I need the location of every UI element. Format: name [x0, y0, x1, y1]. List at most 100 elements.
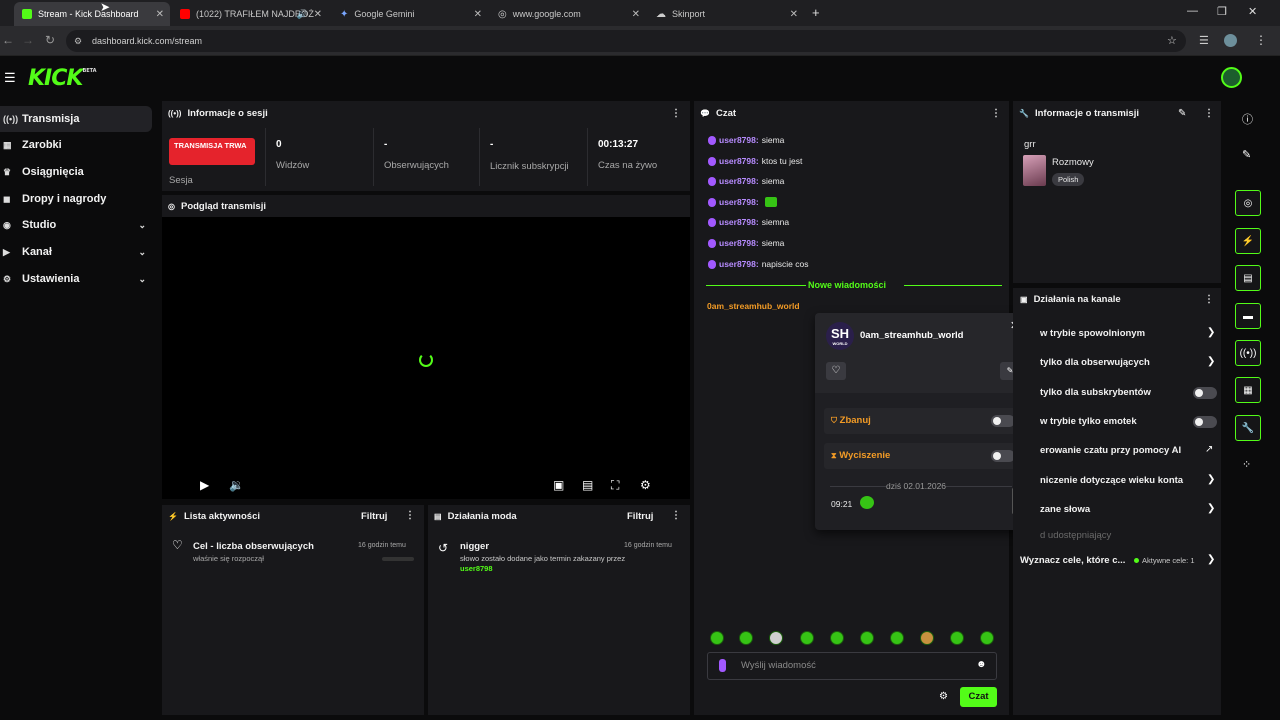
pip-icon[interactable]: ▣: [553, 478, 564, 492]
chevron-right-icon[interactable]: ❯: [1207, 474, 1215, 485]
chat-message[interactable]: user8798: siema: [708, 238, 784, 248]
speaker-icon[interactable]: 🔊: [297, 9, 308, 20]
settings-icon[interactable]: ⚙: [640, 478, 651, 492]
emote-only-toggle[interactable]: [1193, 416, 1217, 428]
chat-message[interactable]: user8798: siema: [708, 176, 784, 186]
chat-username-bot[interactable]: 0am_streamhub_world: [707, 301, 800, 311]
user-avatar[interactable]: [1221, 67, 1242, 88]
browser-menu-icon[interactable]: ⋮: [1255, 33, 1267, 47]
mod-filter-button[interactable]: Filtruj: [627, 511, 653, 522]
tab-skinport[interactable]: ☁ Skinport ✕: [648, 2, 804, 26]
close-tab-icon[interactable]: ✕: [314, 9, 322, 20]
emoji-icon[interactable]: ☻: [976, 659, 987, 670]
more-options-icon[interactable]: ⋮: [671, 108, 681, 119]
emote-icon[interactable]: [950, 631, 964, 645]
more-options-icon[interactable]: ⋮: [671, 510, 681, 521]
site-settings-icon[interactable]: ⚙: [74, 36, 82, 47]
chat-settings-icon[interactable]: ⚙: [939, 691, 948, 702]
sidebar-item-ustawienia[interactable]: ⚙ Ustawienia ⌄: [0, 266, 152, 292]
sidebar-item-studio[interactable]: ◉ Studio ⌄: [0, 212, 152, 238]
chat-message[interactable]: user8798: ktos tu jest: [708, 156, 802, 166]
emote-icon[interactable]: [920, 631, 934, 645]
theater-mode-icon[interactable]: ▤: [582, 478, 593, 492]
volume-icon[interactable]: 🔉: [229, 478, 244, 492]
emote-icon[interactable]: [800, 631, 814, 645]
emote-icon[interactable]: [980, 631, 994, 645]
subscribers-only-toggle[interactable]: [1193, 387, 1217, 399]
layout-icon[interactable]: ⁘: [1242, 458, 1251, 471]
slow-mode-row[interactable]: w trybie spowolnionym: [1040, 328, 1145, 339]
maximize-icon[interactable]: ❐: [1217, 5, 1227, 18]
tab-kick-dashboard[interactable]: Stream - Kick Dashboard ✕: [14, 2, 170, 26]
ban-toggle[interactable]: [991, 415, 1015, 427]
chevron-right-icon[interactable]: ❯: [1207, 356, 1215, 367]
account-age-row[interactable]: niczenie dotyczące wieku konta: [1040, 475, 1183, 486]
sidebar-item-zarobki[interactable]: ▦ Zarobki: [0, 132, 152, 158]
category-name[interactable]: Rozmowy: [1052, 157, 1094, 168]
mod-actions-toggle-button[interactable]: ▤: [1235, 265, 1261, 291]
new-messages-label[interactable]: Nowe wiadomości: [808, 280, 886, 290]
emote-icon[interactable]: [710, 631, 724, 645]
ai-moderation-row[interactable]: erowanie czatu przy pomocy AI: [1040, 445, 1181, 456]
chat-message[interactable]: user8798: siema: [708, 135, 784, 145]
close-tab-icon[interactable]: ✕: [790, 9, 798, 20]
forward-icon[interactable]: →: [22, 33, 34, 47]
more-options-icon[interactable]: ⋮: [405, 510, 415, 521]
edit-pencil-icon[interactable]: ✎: [1242, 148, 1251, 161]
close-tab-icon[interactable]: ✕: [632, 9, 640, 20]
chat-message[interactable]: user8798: napiscie cos: [708, 259, 808, 269]
followers-only-row[interactable]: tylko dla obserwujących: [1040, 357, 1150, 368]
stream-info-toggle-button[interactable]: 🔧: [1235, 415, 1261, 441]
sidebar-item-dropy[interactable]: ◼ Dropy i nagrody: [0, 186, 152, 212]
play-icon[interactable]: ▶: [200, 478, 209, 492]
goal-row[interactable]: Wyznacz cele, które c...: [1020, 555, 1125, 566]
preview-toggle-button[interactable]: ◎: [1235, 190, 1261, 216]
more-options-icon[interactable]: ⋮: [991, 108, 1001, 119]
kick-logo[interactable]: KICKBETA: [28, 66, 97, 91]
close-tab-icon[interactable]: ✕: [156, 9, 164, 20]
hamburger-menu-icon[interactable]: ☰: [4, 70, 16, 86]
window-close-icon[interactable]: ✕: [1248, 5, 1257, 18]
url-input[interactable]: ⚙ dashboard.kick.com/stream: [66, 30, 1186, 52]
activity-toggle-button[interactable]: ⚡: [1235, 228, 1261, 254]
emote-icon[interactable]: [890, 631, 904, 645]
more-options-icon[interactable]: ⋮: [1204, 108, 1214, 119]
mod-item-user[interactable]: user8798: [460, 564, 493, 573]
send-chat-button[interactable]: Czat: [960, 687, 997, 707]
edit-pencil-icon[interactable]: ✎: [1178, 108, 1186, 119]
info-icon[interactable]: ⓘ: [1242, 111, 1253, 127]
session-toggle-button[interactable]: ((•)): [1235, 340, 1261, 366]
new-tab-icon[interactable]: +: [812, 5, 820, 20]
chevron-right-icon[interactable]: ❯: [1207, 554, 1215, 565]
tab-gemini[interactable]: ✦ Google Gemini ✕: [332, 2, 488, 26]
minimize-icon[interactable]: —: [1187, 5, 1198, 17]
mute-toggle[interactable]: [991, 450, 1015, 462]
user-card-name[interactable]: 0am_streamhub_world: [860, 330, 963, 341]
chart-icon[interactable]: ↗: [1205, 444, 1213, 455]
emote-icon[interactable]: [830, 631, 844, 645]
tab-youtube[interactable]: (1022) TRAFIŁEM NAJDROŻ 🔊 ✕: [172, 2, 328, 26]
chat-message[interactable]: user8798: siemna: [708, 217, 789, 227]
emote-icon[interactable]: [860, 631, 874, 645]
chevron-right-icon[interactable]: ❯: [1207, 503, 1215, 514]
back-icon[interactable]: ←: [2, 33, 14, 47]
sidebar-item-kanal[interactable]: ▶ Kanał ⌄: [0, 239, 152, 265]
bookmark-star-icon[interactable]: ☆: [1167, 34, 1177, 47]
tab-google[interactable]: ◎ www.google.com ✕: [490, 2, 646, 26]
channel-actions-toggle-button[interactable]: ▦: [1235, 377, 1261, 403]
sidebar-item-transmisja[interactable]: ((•)) Transmisja: [0, 106, 152, 132]
follow-heart-button[interactable]: ♡: [826, 362, 846, 380]
category-thumbnail[interactable]: [1023, 155, 1046, 186]
chevron-right-icon[interactable]: ❯: [1207, 327, 1215, 338]
activity-filter-button[interactable]: Filtruj: [361, 511, 387, 522]
tab-search-icon[interactable]: ☰: [1199, 34, 1209, 47]
profile-avatar[interactable]: [1224, 34, 1237, 47]
chat-message[interactable]: user8798:: [708, 197, 777, 207]
chat-toggle-button[interactable]: ▬: [1235, 303, 1261, 329]
close-tab-icon[interactable]: ✕: [474, 9, 482, 20]
reload-icon[interactable]: ↻: [45, 33, 55, 47]
sidebar-item-osiagniecia[interactable]: ♛ Osiągnięcia: [0, 159, 152, 185]
emote-icon[interactable]: [769, 631, 783, 645]
fullscreen-icon[interactable]: ⛶: [611, 478, 619, 493]
banned-words-row[interactable]: zane słowa: [1040, 504, 1090, 515]
